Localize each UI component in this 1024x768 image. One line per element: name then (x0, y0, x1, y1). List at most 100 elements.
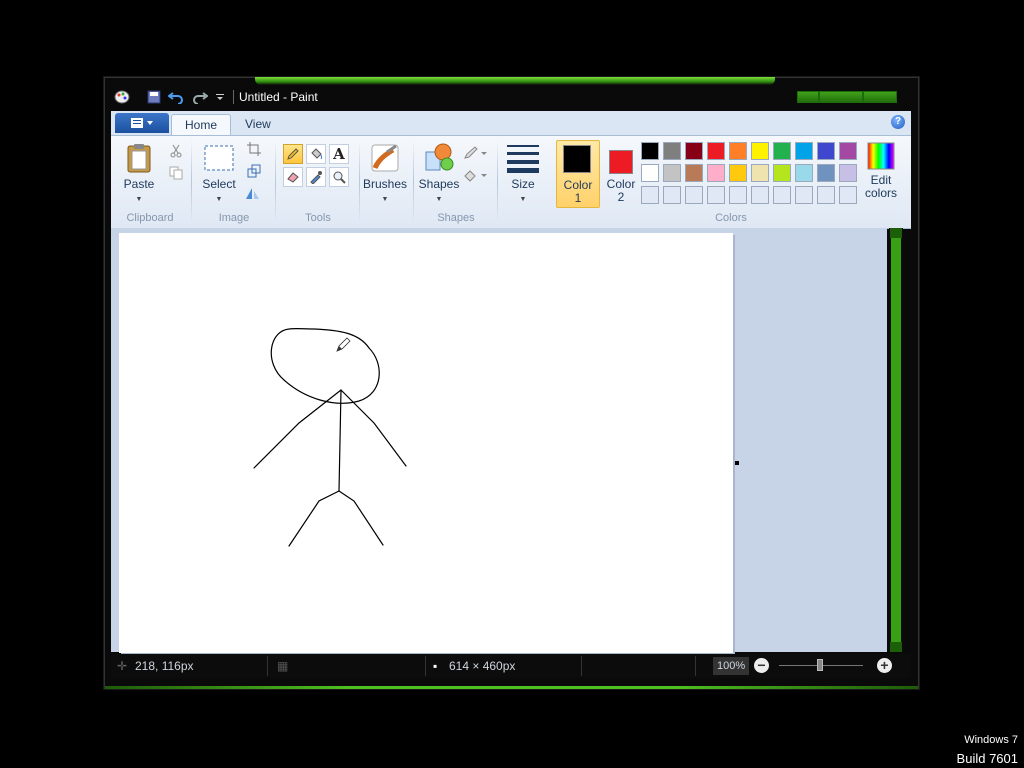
ribbon-tabs: Home View ? (111, 111, 911, 136)
palette-swatch[interactable] (817, 164, 835, 182)
canvas-size: 614 × 460px (449, 659, 516, 673)
group-separator (275, 140, 276, 224)
brush-icon (369, 142, 401, 174)
zoom-in-button[interactable]: + (877, 658, 892, 673)
customize-quick-access-icon[interactable] (211, 88, 229, 106)
redo-icon[interactable] (191, 88, 209, 106)
undo-icon[interactable] (167, 88, 185, 106)
ribbon-home: Paste ▼ Clipboard Select ▼ Image A Tools… (111, 135, 911, 229)
tab-view[interactable]: View (232, 114, 284, 135)
select-dropdown-arrow: ▼ (215, 196, 223, 203)
color1-button[interactable]: Color 1 (556, 140, 600, 208)
eraser-tool[interactable] (283, 167, 303, 187)
palette-swatch[interactable] (663, 164, 681, 182)
palette-swatch[interactable] (663, 186, 681, 204)
frame-glow-bottom (105, 686, 918, 689)
resize-icon[interactable] (245, 162, 263, 180)
paste-label: Paste (123, 177, 155, 191)
shapes-button[interactable]: Shapes ▼ (417, 142, 461, 206)
maximize-button[interactable] (819, 91, 863, 103)
rotate-icon[interactable] (245, 184, 263, 202)
brushes-button[interactable]: Brushes ▼ (363, 142, 407, 206)
palette-swatch[interactable] (773, 142, 791, 160)
paint-app-icon[interactable] (113, 88, 131, 106)
palette-swatch[interactable] (663, 142, 681, 160)
canvas-workspace (111, 228, 887, 653)
shapes-label: Shapes (418, 177, 460, 191)
color2-swatch (609, 150, 633, 174)
palette-swatch[interactable] (817, 186, 835, 204)
drawing-canvas[interactable] (119, 233, 733, 653)
canvas-size-icon: ▪ (433, 659, 438, 673)
pencil-tool[interactable] (283, 144, 303, 164)
minimize-button[interactable] (797, 91, 819, 103)
palette-swatch[interactable] (707, 164, 725, 182)
palette-swatch[interactable] (729, 142, 747, 160)
pencil-cursor (336, 337, 351, 352)
palette-swatch[interactable] (707, 186, 725, 204)
outline-icon[interactable] (463, 144, 489, 162)
edit-colors-label: Edit (870, 173, 892, 187)
scroll-down-arrow[interactable] (890, 642, 902, 652)
palette-swatch[interactable] (729, 186, 747, 204)
palette-swatch[interactable] (795, 142, 813, 160)
palette-swatch[interactable] (707, 142, 725, 160)
palette-swatch[interactable] (795, 186, 813, 204)
select-button[interactable]: Select ▼ (197, 142, 241, 206)
color2-number: 2 (617, 190, 625, 204)
palette-swatch[interactable] (685, 164, 703, 182)
line-size-icon (507, 142, 539, 174)
palette-swatch[interactable] (817, 142, 835, 160)
scroll-thumb[interactable] (891, 238, 901, 642)
copy-icon[interactable] (167, 164, 185, 182)
size-button[interactable]: Size ▼ (503, 142, 543, 206)
text-tool[interactable]: A (329, 144, 349, 164)
cut-icon[interactable] (167, 142, 185, 160)
color2-button[interactable]: Color 2 (601, 140, 641, 206)
edit-colors-button[interactable]: Edit colors (859, 142, 903, 200)
palette-swatch[interactable] (773, 164, 791, 182)
shapes-group-label: Shapes (437, 212, 475, 224)
zoom-out-button[interactable]: − (754, 658, 769, 673)
paint-menu-button[interactable] (115, 113, 169, 133)
color2-label: Color (606, 177, 636, 191)
palette-swatch[interactable] (751, 142, 769, 160)
status-separator (267, 656, 268, 676)
fill-icon[interactable] (463, 166, 489, 184)
palette-swatch[interactable] (641, 186, 659, 204)
cursor-position-icon: ✛ (117, 659, 128, 673)
os-build-label: Build 7601 (956, 751, 1018, 766)
scroll-up-arrow[interactable] (890, 228, 902, 238)
help-icon[interactable]: ? (891, 115, 905, 129)
clipboard-icon (123, 142, 155, 174)
close-button[interactable] (863, 91, 897, 103)
status-separator (581, 656, 582, 676)
tools-group-label: Tools (305, 212, 331, 224)
crop-icon[interactable] (245, 140, 263, 158)
palette-swatch[interactable] (751, 186, 769, 204)
group-separator (497, 140, 498, 224)
canvas-resize-handle[interactable] (735, 461, 739, 465)
paste-button[interactable]: Paste ▼ (119, 142, 159, 206)
tab-home[interactable]: Home (171, 114, 232, 136)
palette-swatch[interactable] (641, 142, 659, 160)
palette-swatch[interactable] (839, 186, 857, 204)
zoom-slider-thumb[interactable] (817, 659, 823, 671)
magnifier-tool[interactable] (329, 167, 349, 187)
palette-swatch[interactable] (839, 142, 857, 160)
palette-swatch[interactable] (685, 186, 703, 204)
color-picker-tool[interactable] (306, 167, 326, 187)
palette-swatch[interactable] (641, 164, 659, 182)
palette-swatch[interactable] (839, 164, 857, 182)
palette-swatch[interactable] (795, 164, 813, 182)
palette-swatch[interactable] (685, 142, 703, 160)
frame-glow-top (255, 77, 775, 85)
fill-bucket-tool[interactable] (306, 144, 326, 164)
title-bar: Untitled - Paint (105, 86, 918, 108)
palette-swatch[interactable] (773, 186, 791, 204)
palette-swatch[interactable] (729, 164, 747, 182)
edit-colors-label-2: colors (864, 186, 897, 200)
save-icon[interactable] (145, 88, 163, 106)
vertical-scrollbar[interactable] (889, 228, 903, 652)
palette-swatch[interactable] (751, 164, 769, 182)
